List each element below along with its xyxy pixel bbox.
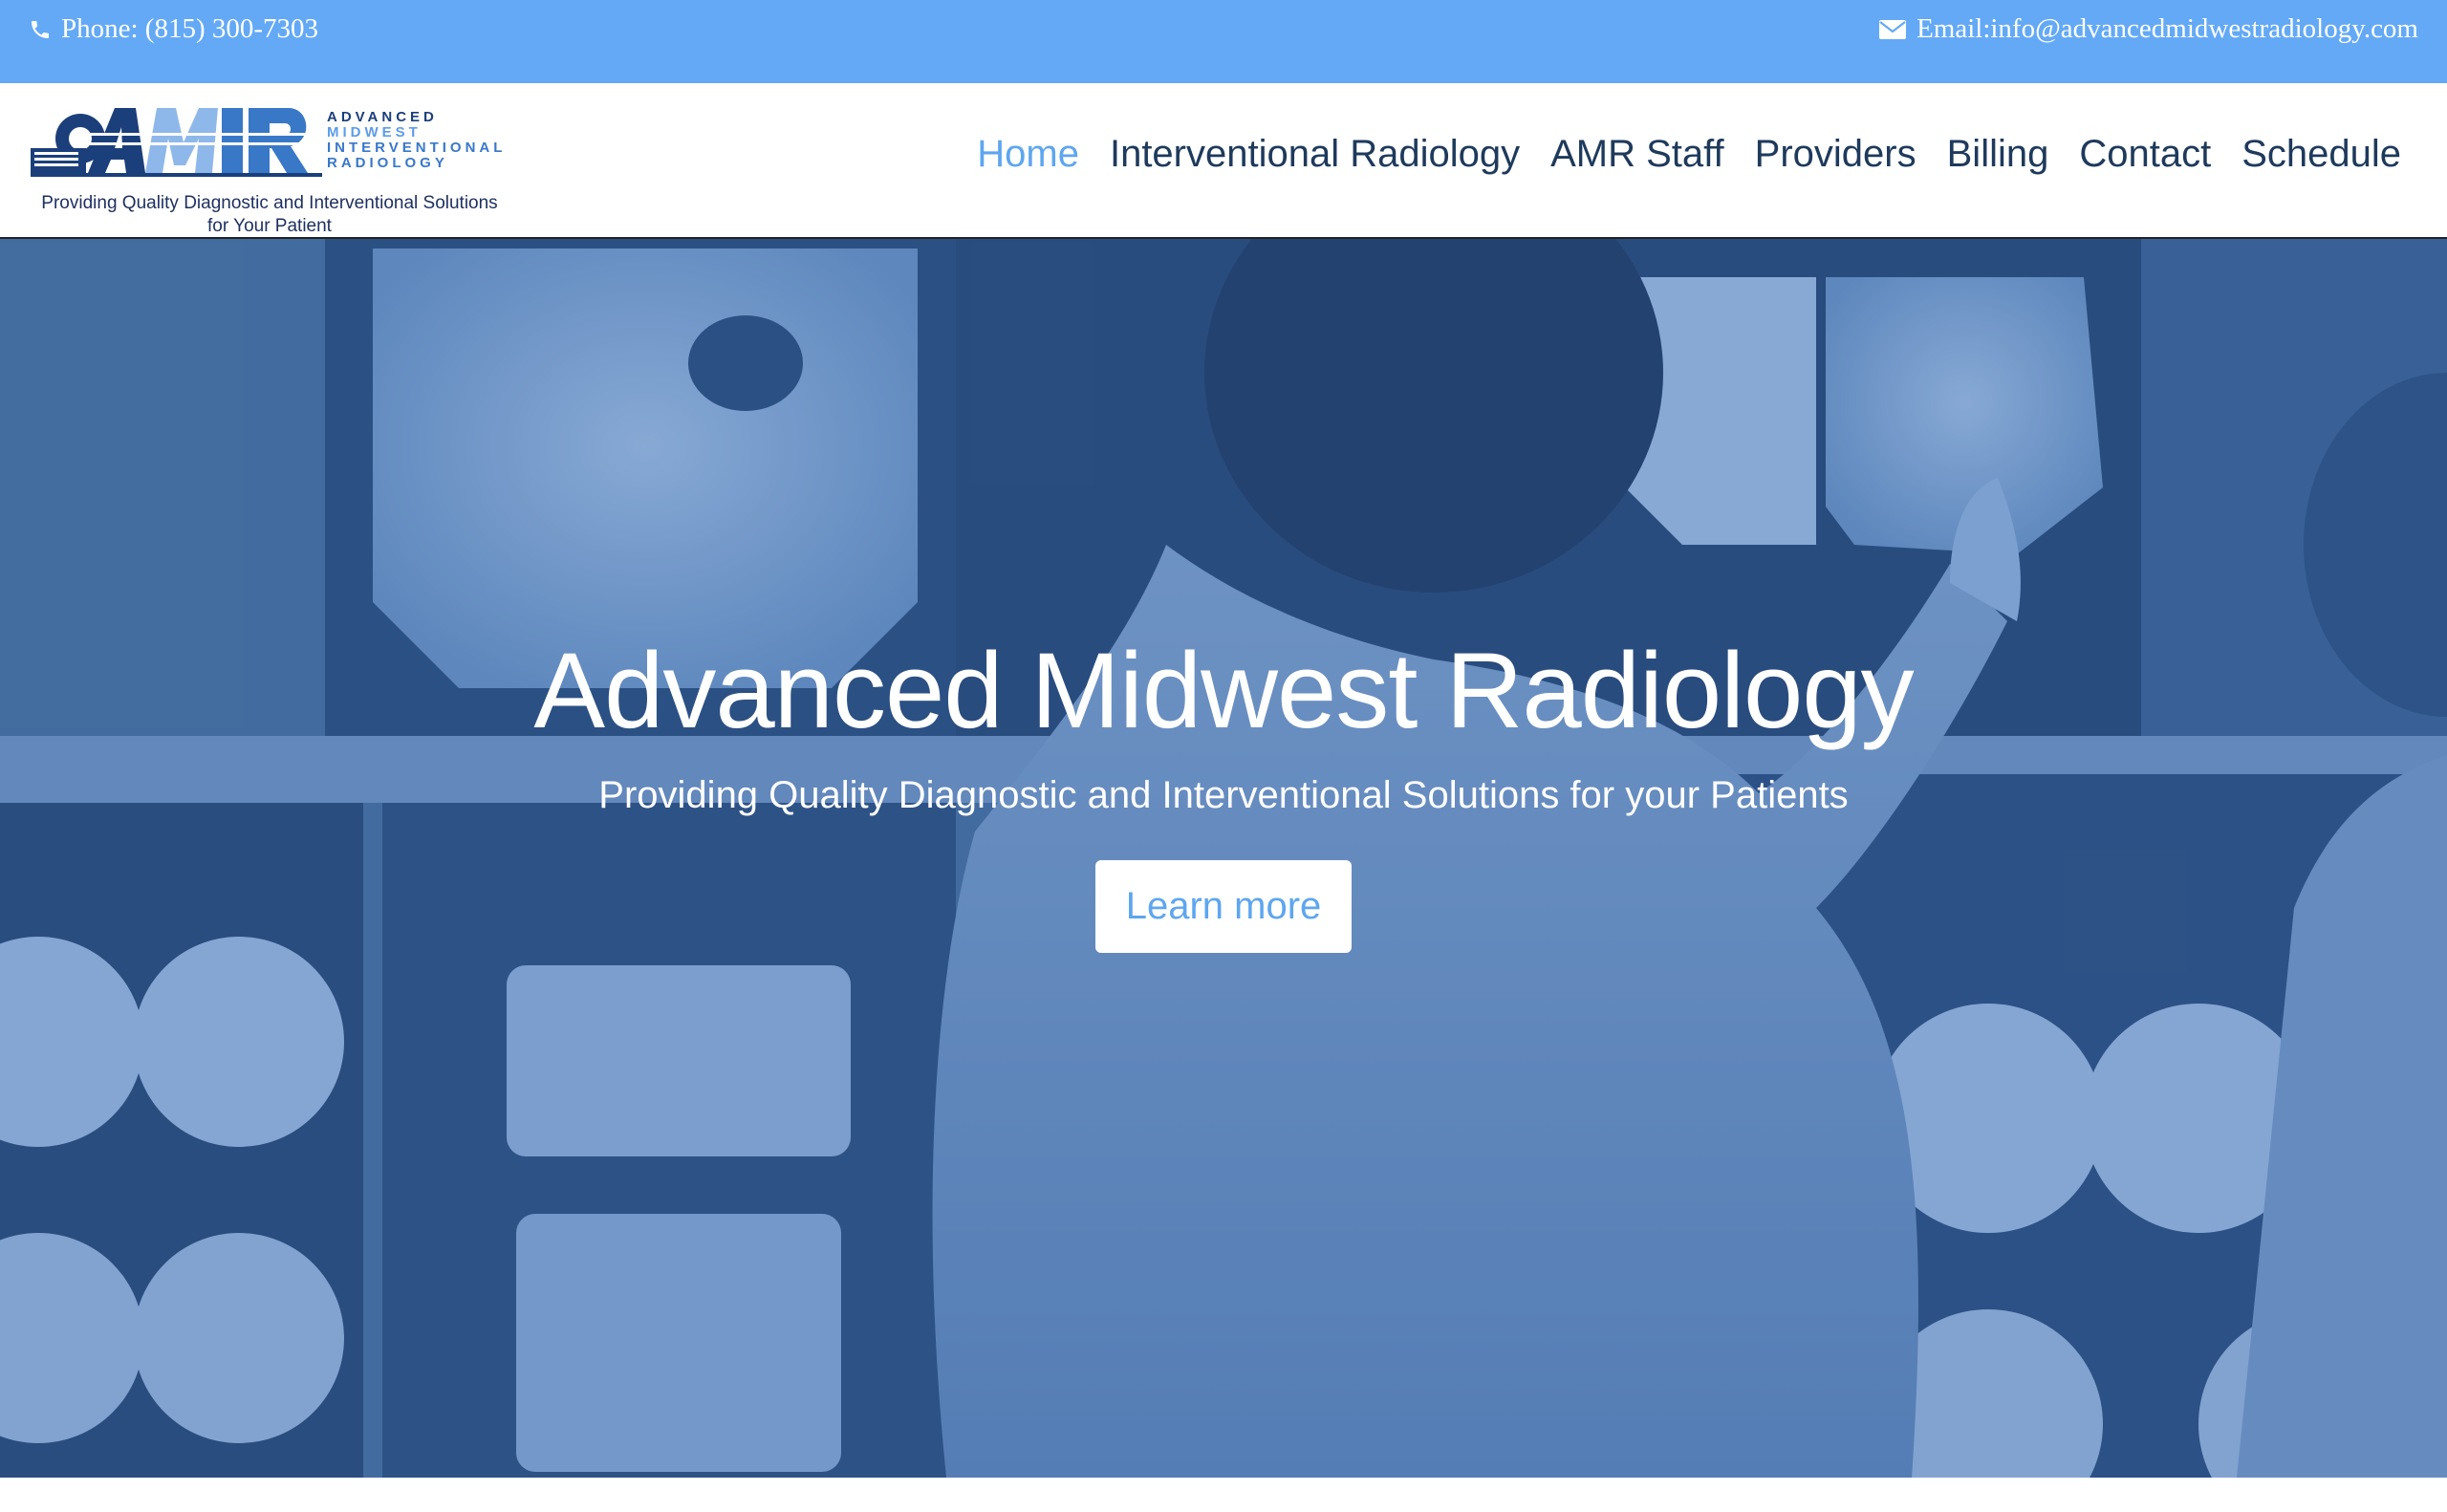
envelope-icon (1879, 19, 1907, 39)
amr-logo-mark (31, 108, 322, 177)
email-link[interactable]: Email:info@advancedmidwestradiology.com (1878, 13, 2418, 45)
phone-link[interactable]: Phone: (815) 300-7303 (29, 13, 318, 45)
logo-tagline: Providing Quality Diagnostic and Interve… (31, 192, 509, 238)
logo-word-radiology: RADIOLOGY (327, 155, 448, 171)
nav-item-contact[interactable]: Contact (2079, 133, 2211, 176)
nav-item-amr-staff[interactable]: AMR Staff (1550, 133, 1724, 176)
site-header: ADVANCED MIDWEST INTERVENTIONAL RADIOLOG… (0, 83, 2447, 239)
hero-tint-overlay (0, 239, 2447, 1478)
hero-subtitle: Providing Quality Diagnostic and Interve… (598, 774, 1849, 816)
hero-title: Advanced Midwest Radiology (533, 631, 1914, 750)
learn-more-button[interactable]: Learn more (1095, 860, 1352, 953)
nav-item-home[interactable]: Home (977, 133, 1079, 176)
amr-logo[interactable]: ADVANCED MIDWEST INTERVENTIONAL RADIOLOG… (31, 104, 513, 236)
nav-item-billing[interactable]: Billing (1947, 133, 2049, 176)
logo-tagline-line2: for Your Patient (207, 216, 332, 236)
nav-item-interventional-radiology[interactable]: Interventional Radiology (1110, 133, 1520, 176)
logo-word-interventional: INTERVENTIONAL (327, 140, 507, 156)
phone-icon (32, 20, 49, 38)
nav-item-providers[interactable]: Providers (1755, 133, 1916, 176)
phone-text: Phone: (815) 300-7303 (61, 13, 319, 44)
top-contact-bar: Phone: (815) 300-7303 Email:info@advance… (0, 0, 2447, 83)
email-text: Email:info@advancedmidwestradiology.com (1916, 13, 2418, 44)
nav-item-schedule[interactable]: Schedule (2241, 133, 2401, 176)
logo-wordmark: ADVANCED MIDWEST INTERVENTIONAL RADIOLOG… (327, 110, 506, 171)
logo-word-midwest: MIDWEST (327, 124, 422, 140)
logo-tagline-line1: Providing Quality Diagnostic and Interve… (41, 193, 498, 213)
main-nav: Home Interventional Radiology AMR Staff … (977, 133, 2401, 176)
page-bottom-strip (0, 1478, 2447, 1512)
logo-word-advanced: ADVANCED (327, 109, 438, 125)
hero-section: Advanced Midwest Radiology Providing Qua… (0, 239, 2447, 1478)
